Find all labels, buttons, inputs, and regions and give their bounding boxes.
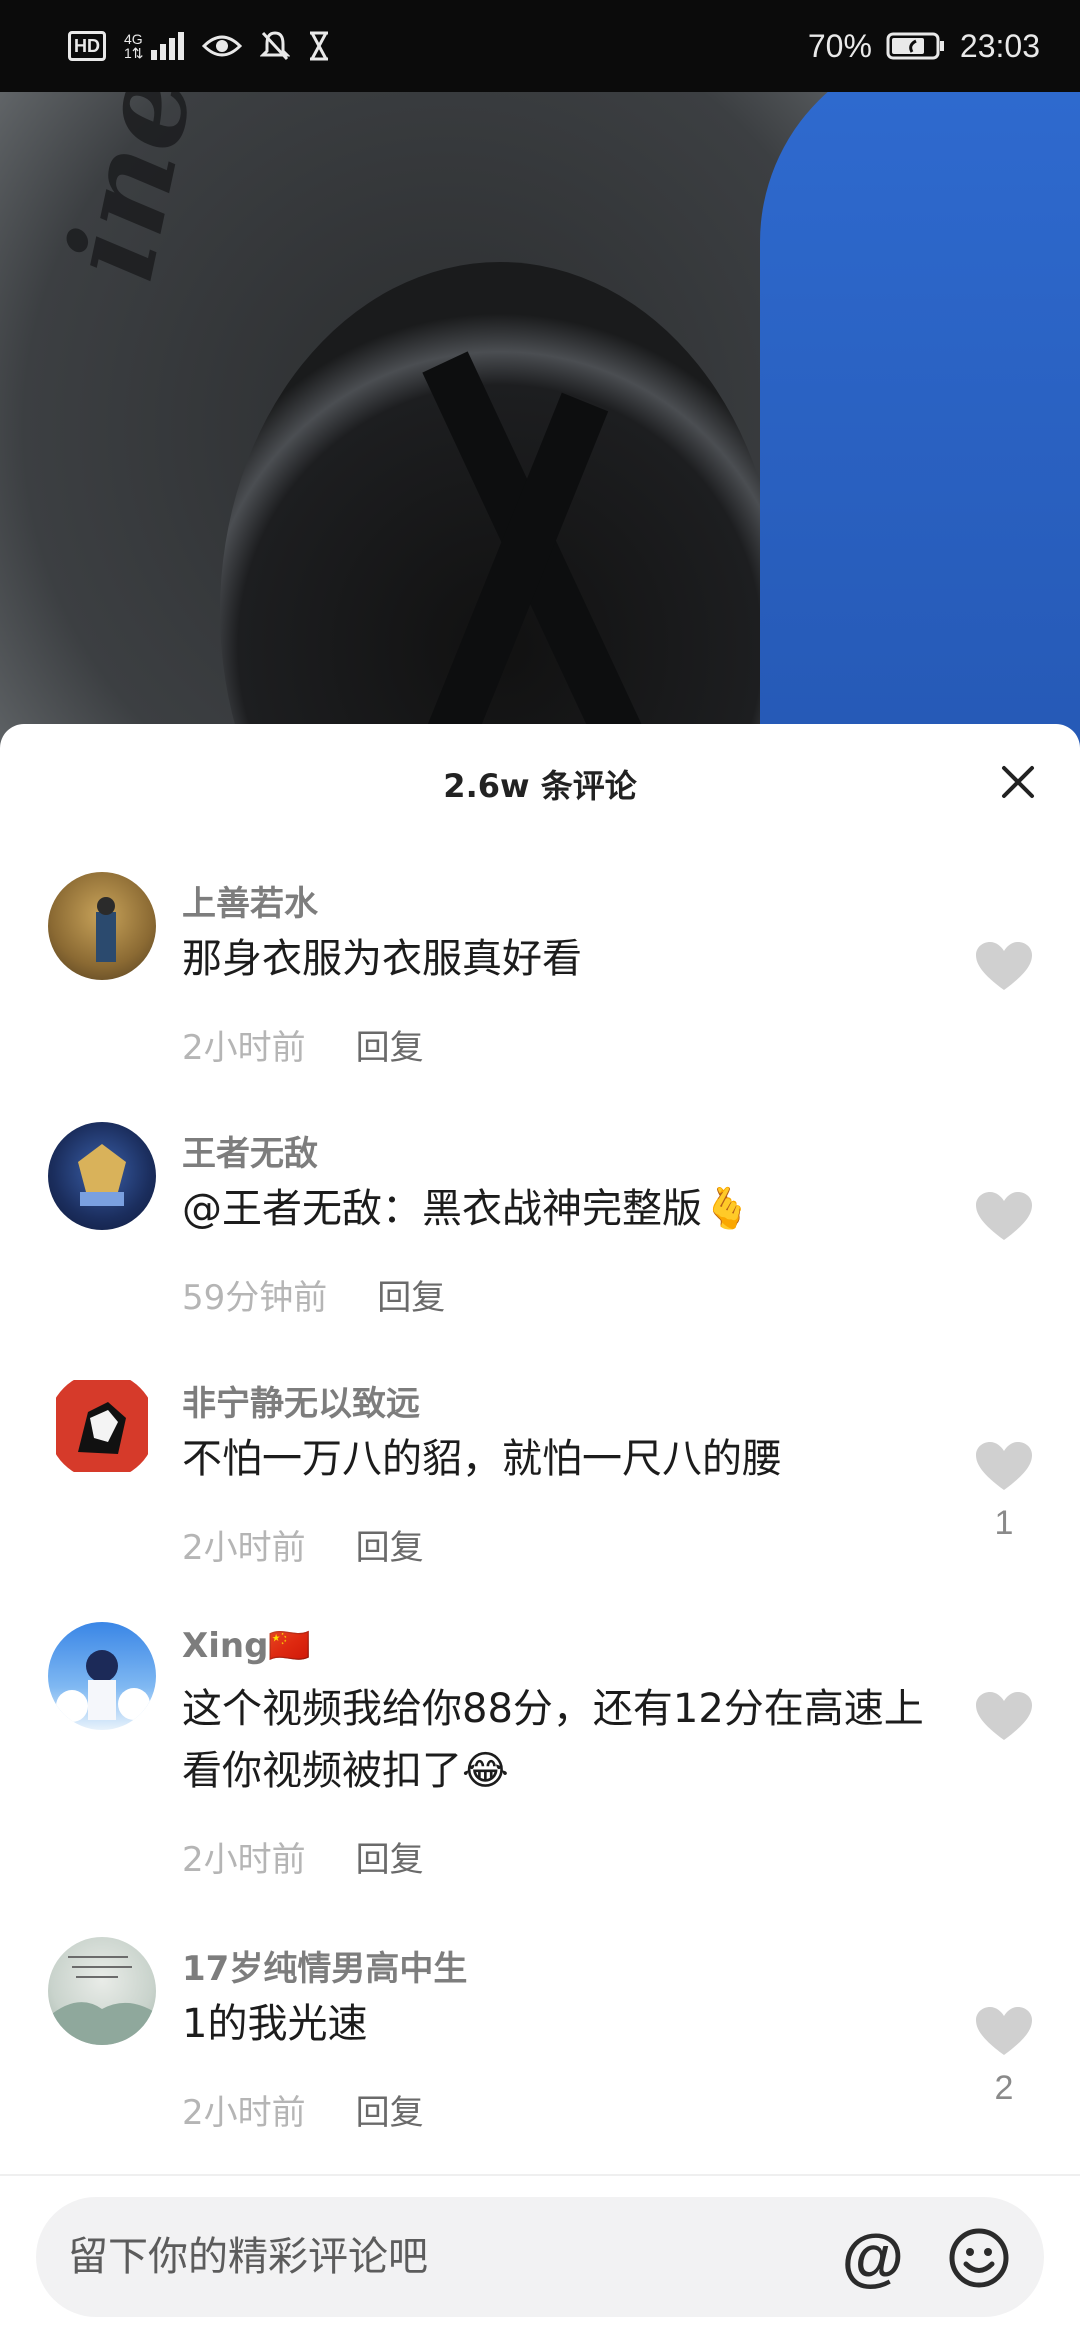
heart-icon — [976, 1192, 1032, 1240]
like-button[interactable]: 1 — [968, 1442, 1040, 1543]
comment-time: 2小时前 — [182, 2093, 306, 2133]
comment-text[interactable]: 这个视频我给你88分，还有12分在高速上看你视频被扣了😂 — [182, 1678, 942, 1802]
battery-percent: 70% — [807, 27, 872, 64]
comment-time: 2小时前 — [182, 1028, 306, 1068]
comment-text[interactable]: @王者无敌：黑衣战神完整版🫰 — [182, 1178, 942, 1240]
comment-time: 2小时前 — [182, 1840, 306, 1880]
like-button[interactable] — [968, 1192, 1040, 1254]
comment-text[interactable]: 1的我光速 — [182, 1993, 942, 2055]
avatar[interactable] — [48, 1122, 156, 1230]
sheet-header: 2.6w 条评论 — [0, 724, 1080, 844]
like-button[interactable]: 2 — [968, 2007, 1040, 2108]
comment-username[interactable]: Xing🇨🇳 — [182, 1626, 311, 1666]
comment-meta: 2小时前 回复 — [182, 1020, 424, 1069]
network-activity: 1⇅ — [124, 45, 144, 61]
heart-icon — [976, 942, 1032, 990]
heart-icon — [976, 1442, 1032, 1490]
comment-text[interactable]: 那身衣服为衣服真好看 — [182, 928, 942, 990]
comment-meta: 2小时前 回复 — [182, 2085, 424, 2134]
status-bar: HD 4G 1⇅ 70% 23:03 — [0, 0, 1080, 92]
video-player[interactable]: inental — [0, 92, 1080, 752]
status-left: HD 4G 1⇅ — [68, 30, 330, 62]
like-count: 2 — [994, 2069, 1014, 2107]
comment-meta: 2小时前 回复 — [182, 1832, 424, 1881]
reply-button[interactable]: 回复 — [356, 2085, 424, 2134]
signal-icon: 4G 1⇅ — [124, 32, 184, 60]
car-fender — [760, 92, 1080, 752]
avatar[interactable] — [48, 872, 156, 980]
comment-meta: 2小时前 回复 — [182, 1520, 424, 1569]
heart-icon — [976, 1692, 1032, 1740]
avatar[interactable] — [48, 1372, 156, 1480]
comment-time: 2小时前 — [182, 1528, 306, 1568]
status-right: 70% 23:03 — [808, 28, 1040, 65]
comments-count-title: 2.6w 条评论 — [443, 767, 637, 805]
comment-username[interactable]: 上善若水 — [182, 876, 318, 925]
input-divider — [0, 2174, 1080, 2176]
heart-icon — [976, 2007, 1032, 2055]
comments-sheet: 2.6w 条评论 上善若水 那身衣服为衣服真好看 2小时前 回复 王者无敌 @王… — [0, 724, 1080, 2340]
comment-username[interactable]: 王者无敌 — [182, 1126, 318, 1175]
battery-icon — [886, 31, 946, 61]
emoji-icon[interactable] — [948, 2227, 1010, 2289]
reply-button[interactable]: 回复 — [356, 1520, 424, 1569]
comment-username[interactable]: 非宁静无以致远 — [182, 1376, 420, 1425]
comment-input[interactable]: 留下你的精彩评论吧 — [68, 2197, 428, 2317]
reply-button[interactable]: 回复 — [356, 1020, 424, 1069]
clock: 23:03 — [959, 27, 1040, 64]
comment-time: 59分钟前 — [182, 1278, 328, 1318]
at-mention-icon[interactable]: @ — [842, 2223, 904, 2291]
network-type: 4G — [124, 31, 143, 47]
comment-text[interactable]: 不怕一万八的貂，就怕一尺八的腰 — [182, 1428, 942, 1490]
reply-button[interactable]: 回复 — [377, 1270, 445, 1319]
like-button[interactable] — [968, 1692, 1040, 1754]
avatar[interactable] — [48, 1622, 156, 1730]
reply-button[interactable]: 回复 — [356, 1832, 424, 1881]
like-count: 1 — [994, 1504, 1014, 1542]
hourglass-icon — [308, 31, 330, 61]
avatar[interactable] — [48, 1937, 156, 2045]
like-button[interactable] — [968, 942, 1040, 1004]
close-icon[interactable] — [998, 762, 1038, 802]
mute-bell-icon — [259, 30, 290, 62]
comment-meta: 59分钟前 回复 — [182, 1270, 445, 1319]
comment-input-bar[interactable]: 留下你的精彩评论吧 @ — [36, 2197, 1044, 2317]
hd-badge: HD — [68, 31, 106, 61]
eye-icon — [201, 32, 242, 60]
comment-username[interactable]: 17岁纯情男高中生 — [182, 1941, 467, 1990]
